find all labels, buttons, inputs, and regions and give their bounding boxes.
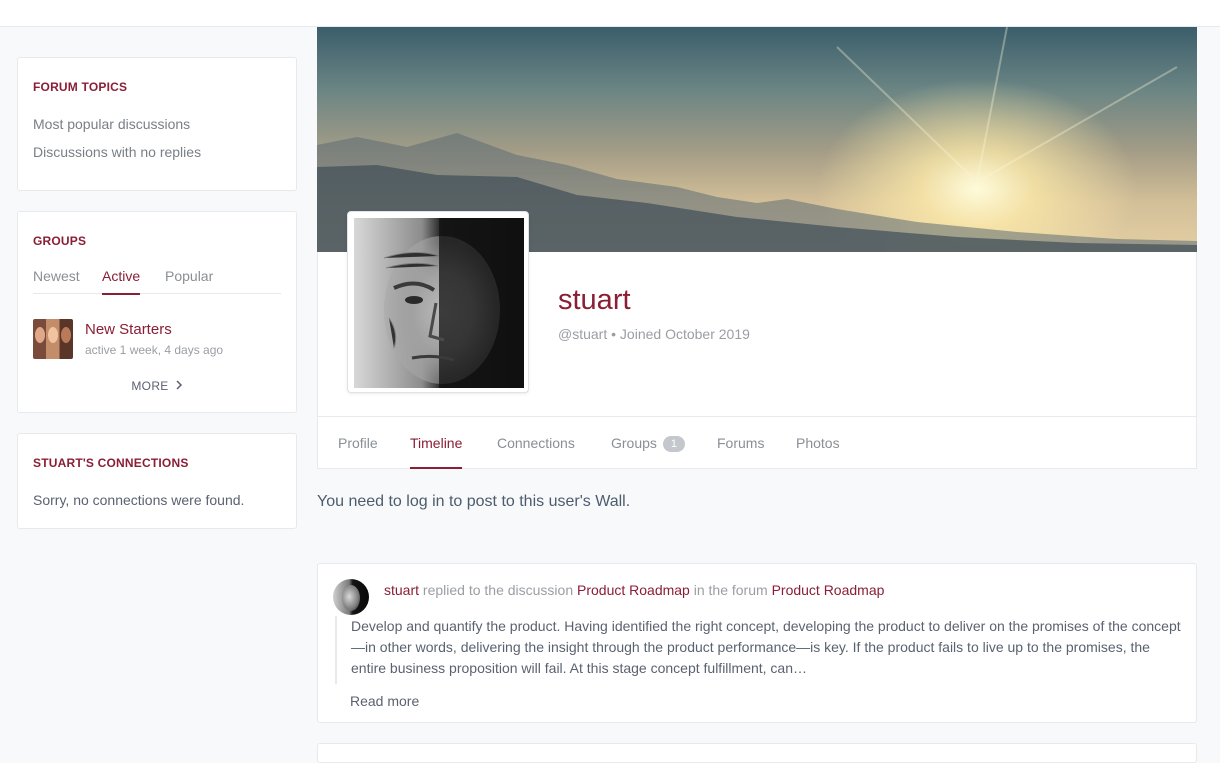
profile-avatar[interactable] [347,211,529,393]
top-bar [0,0,1220,27]
activity-header: stuart replied to the discussion Product… [384,582,884,598]
profile-meta: @stuart • Joined October 2019 [558,326,750,342]
activity-user-link[interactable]: stuart [384,582,419,598]
activity-excerpt: Develop and quantify the product. Having… [335,616,1185,684]
connections-widget: STUART'S CONNECTIONS Sorry, no connectio… [17,433,297,529]
group-activity-meta: active 1 week, 4 days ago [85,343,224,357]
activity-forum-text: in the forum [693,582,768,598]
tab-connections[interactable]: Connections [497,435,575,469]
groups-title: GROUPS [33,234,87,248]
tab-timeline[interactable]: Timeline [410,435,463,469]
activity-item: stuart replied to the discussion Product… [317,563,1197,723]
group-avatar[interactable] [33,319,73,359]
groups-widget: GROUPS Newest Active Popular New Starter… [17,211,297,413]
read-more-link[interactable]: Read more [350,693,419,709]
groups-tab-popular[interactable]: Popular [165,268,213,294]
groups-tab-bar: Newest Active Popular [33,268,281,295]
activity-item-next [317,743,1197,763]
no-connections-message: Sorry, no connections were found. [33,492,245,508]
no-replies-discussions-link[interactable]: Discussions with no replies [33,144,201,160]
groups-more-label: MORE [131,379,169,393]
meta-separator: • [611,326,617,342]
forum-topics-widget: FORUM TOPICS Most popular discussions Di… [17,57,297,191]
tab-profile[interactable]: Profile [338,435,378,469]
group-name-link[interactable]: New Starters [85,321,172,338]
profile-joined: Joined October 2019 [619,326,750,342]
activity-action-text: replied to the discussion [422,582,574,598]
profile-name: stuart [558,284,631,316]
groups-tab-newest[interactable]: Newest [33,268,80,294]
groups-count-badge: 1 [662,436,685,452]
chevron-right-icon [175,378,183,393]
profile-divider [318,416,1196,417]
tab-photos[interactable]: Photos [796,435,840,469]
profile-handle: @stuart [558,326,608,342]
groups-tab-active[interactable]: Active [102,268,141,295]
activity-forum-link[interactable]: Product Roadmap [772,582,885,598]
connections-title: STUART'S CONNECTIONS [33,456,189,470]
activity-user-avatar[interactable] [333,579,369,615]
groups-more-link[interactable]: MORE [18,378,296,393]
activity-discussion-link[interactable]: Product Roadmap [577,582,690,598]
profile-avatar-image [354,218,524,388]
wall-login-notice: You need to log in to post to this user'… [317,493,631,510]
tab-groups[interactable]: Groups 1 [611,435,685,469]
tab-groups-label: Groups [611,435,657,451]
forum-topics-title: FORUM TOPICS [33,80,128,94]
tab-forums[interactable]: Forums [717,435,764,469]
popular-discussions-link[interactable]: Most popular discussions [33,116,190,132]
